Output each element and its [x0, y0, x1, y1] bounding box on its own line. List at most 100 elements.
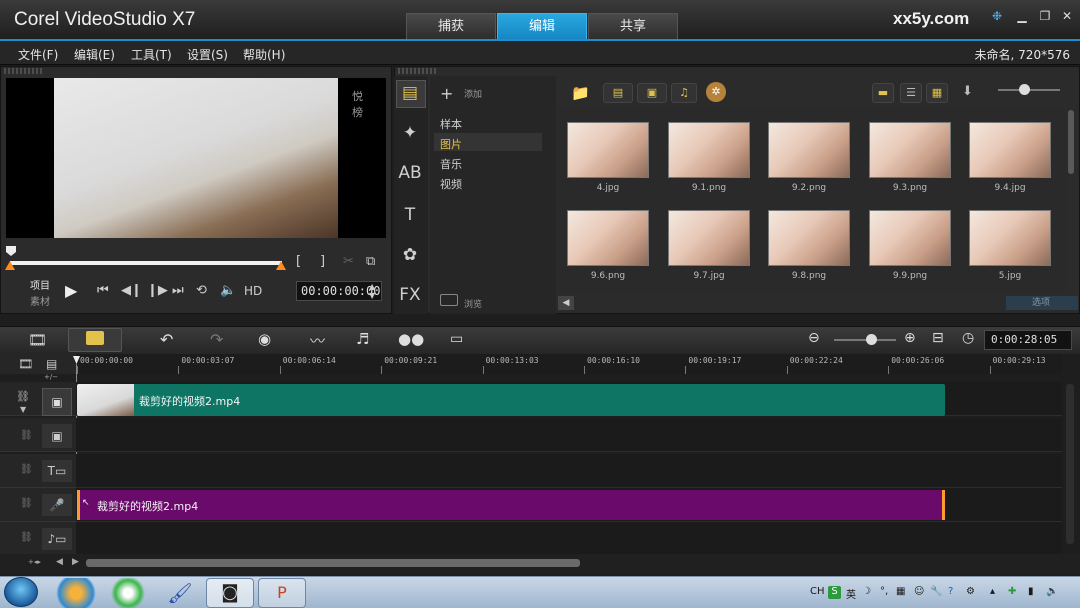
- 360-icon[interactable]: [104, 578, 152, 608]
- undo-icon[interactable]: ↶: [160, 330, 173, 349]
- title-track-icon[interactable]: T▭: [42, 460, 72, 482]
- tray-user-icon[interactable]: ☺: [914, 586, 924, 597]
- paint-icon[interactable]: 🖌: [156, 578, 204, 608]
- menu-tools[interactable]: 工具(T): [131, 46, 172, 63]
- menu-help[interactable]: 帮助(H): [243, 46, 285, 63]
- timecode-stepper[interactable]: ▲ ▼: [369, 282, 375, 300]
- overlay-lock-icon[interactable]: ⛓: [20, 430, 33, 441]
- track-manager-icon[interactable]: 🎞: [18, 357, 33, 371]
- enlarge-preview-icon[interactable]: ⧉: [366, 254, 375, 269]
- video-clip[interactable]: 裁剪好的视频2.mp4: [77, 384, 945, 416]
- media-thumbnail[interactable]: [869, 122, 951, 178]
- timeline-vertical-scrollbar[interactable]: [1066, 384, 1074, 544]
- play-icon[interactable]: ▶: [65, 281, 87, 301]
- timeline-zoom-slider[interactable]: [834, 339, 896, 341]
- tray-moon-icon[interactable]: ☽: [862, 586, 871, 597]
- mark-in-button[interactable]: [: [296, 254, 301, 269]
- ripple-edit-icon[interactable]: ⛓: [16, 390, 30, 403]
- menu-settings[interactable]: 设置(S): [187, 46, 228, 63]
- media-thumbnail[interactable]: [768, 122, 850, 178]
- transition-icon[interactable]: AB: [397, 160, 423, 186]
- tray-volume-icon[interactable]: 🔈: [1046, 586, 1058, 597]
- category-music[interactable]: 音乐: [440, 156, 462, 172]
- redo-icon[interactable]: ↷: [210, 330, 223, 349]
- powerpoint-icon[interactable]: P: [258, 578, 306, 608]
- previous-frame-icon[interactable]: ◀❙: [121, 283, 142, 298]
- mark-out-button[interactable]: ]: [320, 254, 325, 269]
- media-thumbnail[interactable]: [768, 210, 850, 266]
- sort-order-icon[interactable]: ⬇: [962, 84, 973, 99]
- tab-edit[interactable]: 编辑: [497, 13, 587, 40]
- home-icon[interactable]: ⏮: [97, 283, 109, 298]
- media-thumbnail[interactable]: [869, 210, 951, 266]
- options-button[interactable]: 选项: [1006, 296, 1078, 310]
- title-track[interactable]: [76, 454, 1062, 488]
- fit-project-icon[interactable]: ⊟: [932, 330, 944, 346]
- instant-project-icon[interactable]: ✦: [397, 120, 423, 146]
- show-audio-toggle[interactable]: ♫: [671, 83, 697, 103]
- grid-view-toggle[interactable]: ▦: [926, 83, 948, 103]
- overlay-track-icon[interactable]: ▣: [42, 424, 72, 448]
- motion-tracking-icon[interactable]: ●●: [398, 330, 424, 348]
- menu-edit[interactable]: 编辑(E): [74, 46, 115, 63]
- tray-tools-icon[interactable]: 🔧: [930, 586, 942, 597]
- tray-settings-icon[interactable]: ⚙: [966, 586, 975, 597]
- music-track[interactable]: [76, 522, 1062, 556]
- videostudio-icon[interactable]: ◙: [206, 578, 254, 608]
- add-folder-icon[interactable]: +: [440, 84, 453, 103]
- category-images[interactable]: 图片: [440, 136, 462, 152]
- tray-ime-mode[interactable]: 英: [846, 586, 856, 601]
- media-thumbnail[interactable]: [567, 122, 649, 178]
- sort-icon[interactable]: ✲: [706, 82, 726, 102]
- minimize-button[interactable]: ▁: [1013, 8, 1031, 24]
- tab-capture[interactable]: 捕获: [406, 13, 496, 40]
- storyboard-view-icon[interactable]: 🎞: [28, 331, 47, 349]
- import-media-icon[interactable]: 📁: [571, 84, 590, 102]
- title-icon[interactable]: T: [397, 202, 423, 228]
- tray-keyboard-icon[interactable]: ▦: [896, 586, 905, 597]
- ripple-dropdown-icon[interactable]: ▼: [20, 405, 26, 414]
- repeat-icon[interactable]: ⟲: [196, 283, 207, 298]
- list-view-toggle[interactable]: ▬: [872, 83, 894, 103]
- tray-help-icon[interactable]: ?: [948, 586, 953, 597]
- close-button[interactable]: ✕: [1058, 8, 1076, 24]
- thumbnail-size-handle[interactable]: [1019, 84, 1030, 95]
- project-duration[interactable]: 0:00:28:05: [984, 330, 1072, 350]
- tray-security-icon[interactable]: ✚: [1008, 586, 1016, 597]
- scroll-left-icon[interactable]: ◀: [56, 557, 63, 567]
- chapter-icon[interactable]: ▤: [46, 357, 57, 371]
- title-lock-icon[interactable]: ⛓: [20, 464, 33, 475]
- category-samples[interactable]: 样本: [440, 116, 462, 132]
- tab-share[interactable]: 共享: [588, 13, 678, 40]
- voice-track-icon[interactable]: 🎤: [42, 494, 72, 516]
- auto-music-icon[interactable]: ♬: [356, 330, 369, 348]
- subtitle-editor-icon[interactable]: ▭: [450, 331, 463, 347]
- overlay-track[interactable]: [76, 418, 1062, 452]
- track-add-small-icon[interactable]: +◂▸: [28, 558, 41, 566]
- voice-lock-icon[interactable]: ⛓: [20, 498, 33, 509]
- menu-file[interactable]: 文件(F): [18, 46, 58, 63]
- zoom-out-icon[interactable]: ⊖: [808, 330, 820, 346]
- sound-mixer-icon[interactable]: 〰: [310, 330, 325, 351]
- tray-lang[interactable]: CH: [810, 586, 825, 597]
- browse-label[interactable]: 浏览: [464, 297, 482, 310]
- detail-view-toggle[interactable]: ☰: [900, 83, 922, 103]
- tray-expand-icon[interactable]: ▴: [990, 586, 995, 597]
- collapse-library-icon[interactable]: ◀: [558, 296, 574, 310]
- next-frame-icon[interactable]: ❙▶: [147, 283, 168, 298]
- tray-punct-icon[interactable]: °,: [880, 586, 888, 597]
- media-thumbnail[interactable]: [969, 210, 1051, 266]
- panel-grip[interactable]: [4, 68, 42, 74]
- media-thumbnail[interactable]: [668, 122, 750, 178]
- maximize-button[interactable]: ❐: [1036, 8, 1054, 24]
- trim-bar[interactable]: [10, 261, 282, 265]
- graphic-icon[interactable]: ✿: [397, 242, 423, 268]
- start-button[interactable]: [4, 577, 38, 607]
- help-globe-icon[interactable]: ❉: [988, 8, 1006, 24]
- category-video[interactable]: 视频: [440, 176, 462, 192]
- tray-network-icon[interactable]: ▮: [1028, 586, 1034, 597]
- mode-clip[interactable]: 素材: [30, 293, 50, 308]
- volume-icon[interactable]: 🔈: [220, 283, 236, 298]
- music-lock-icon[interactable]: ⛓: [20, 532, 33, 543]
- duration-clock-icon[interactable]: ◷: [962, 330, 974, 346]
